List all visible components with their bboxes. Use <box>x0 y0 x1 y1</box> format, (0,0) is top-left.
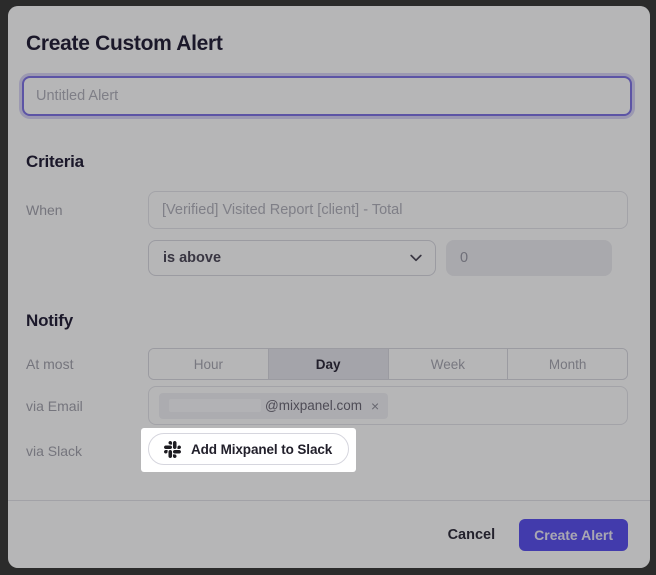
when-label: When <box>26 202 148 218</box>
frequency-option-hour[interactable]: Hour <box>149 349 268 379</box>
alert-name-input[interactable] <box>22 76 632 116</box>
frequency-option-week[interactable]: Week <box>388 349 508 379</box>
create-custom-alert-modal: Create Custom Alert Criteria When is abo… <box>8 6 650 568</box>
modal-title: Create Custom Alert <box>26 32 628 56</box>
via-email-row: via Email @mixpanel.com × <box>26 386 628 425</box>
slack-button-label: Add Mixpanel to Slack <box>191 442 332 457</box>
event-metric-input[interactable] <box>148 191 628 229</box>
frequency-option-day[interactable]: Day <box>268 349 388 379</box>
email-recipients-field[interactable]: @mixpanel.com × <box>148 386 628 425</box>
email-chip: @mixpanel.com × <box>159 393 388 419</box>
criteria-heading: Criteria <box>26 152 628 172</box>
frequency-row: At most Hour Day Week Month <box>26 348 628 380</box>
add-mixpanel-to-slack-button[interactable]: Add Mixpanel to Slack <box>148 433 349 465</box>
via-email-label: via Email <box>26 398 148 414</box>
when-row: When <box>26 191 628 229</box>
condition-select[interactable]: is above <box>148 240 436 276</box>
email-redacted-username <box>169 399 261 412</box>
via-slack-row: via Slack Add Mixpanel to Slack <box>26 428 628 472</box>
modal-footer: Cancel Create Alert <box>8 500 650 568</box>
condition-row: is above <box>26 240 628 276</box>
slack-icon <box>164 441 181 458</box>
via-slack-label: via Slack <box>26 443 148 459</box>
slack-spotlight-highlight: Add Mixpanel to Slack <box>141 428 356 472</box>
notify-heading: Notify <box>26 311 628 331</box>
frequency-option-month[interactable]: Month <box>507 349 627 379</box>
remove-email-icon[interactable]: × <box>371 399 379 413</box>
chevron-down-icon <box>410 254 422 262</box>
condition-select-value: is above <box>163 250 221 266</box>
email-chip-domain: @mixpanel.com <box>265 398 362 413</box>
at-most-label: At most <box>26 356 148 372</box>
frequency-segmented-control: Hour Day Week Month <box>148 348 628 380</box>
threshold-input[interactable] <box>446 240 612 276</box>
create-alert-button[interactable]: Create Alert <box>519 519 628 551</box>
cancel-button[interactable]: Cancel <box>448 527 496 543</box>
